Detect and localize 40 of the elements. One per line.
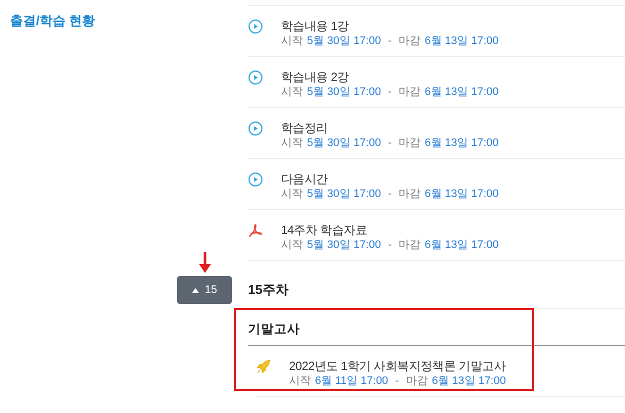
section-heading: 기말고사 xyxy=(248,322,300,336)
start-label: 시작 xyxy=(281,34,303,48)
date-separator: - xyxy=(387,238,393,252)
end-date: 6월 13일 17:00 xyxy=(424,34,499,48)
end-date: 6월 13일 17:00 xyxy=(432,374,506,388)
end-date: 6월 13일 17:00 xyxy=(424,85,499,99)
end-date: 6월 13일 17:00 xyxy=(424,238,499,252)
end-label: 마감 xyxy=(398,187,421,201)
item-title: 학습내용 2강 xyxy=(281,69,349,85)
start-label: 시작 xyxy=(281,85,303,99)
start-date: 5월 30일 17:00 xyxy=(307,238,381,252)
item-title: 2022년도 1학기 사회복지정책론 기말고사 xyxy=(289,358,506,374)
item-title: 다음시간 xyxy=(281,171,328,187)
date-separator: - xyxy=(387,136,393,150)
end-label: 마감 xyxy=(398,238,421,252)
item-title: 학습정리 xyxy=(281,120,328,136)
start-label: 시작 xyxy=(289,374,311,388)
end-label: 마감 xyxy=(398,34,421,48)
end-date: 6월 13일 17:00 xyxy=(424,187,499,201)
sidebar-heading: 출결/학습 현황 xyxy=(10,13,96,28)
week-toggle-button[interactable]: 15 xyxy=(177,276,232,304)
start-label: 시작 xyxy=(281,187,303,201)
date-separator: - xyxy=(387,34,393,48)
date-separator: - xyxy=(394,374,400,388)
item-title: 학습내용 1강 xyxy=(281,18,349,34)
end-label: 마감 xyxy=(398,136,421,150)
date-separator: - xyxy=(387,187,393,201)
item-title: 14주차 학습자료 xyxy=(281,222,367,238)
start-label: 시작 xyxy=(281,238,303,252)
end-date: 6월 13일 17:00 xyxy=(424,136,499,150)
start-label: 시작 xyxy=(281,136,303,150)
date-separator: - xyxy=(387,85,393,99)
start-date: 5월 30일 17:00 xyxy=(307,187,381,201)
week-title: 15주차 xyxy=(248,276,625,309)
start-date: 5월 30일 17:00 xyxy=(307,136,381,150)
end-label: 마감 xyxy=(406,374,428,388)
start-date: 5월 30일 17:00 xyxy=(307,34,381,48)
start-date: 5월 30일 17:00 xyxy=(307,85,381,99)
start-date: 6월 11일 17:00 xyxy=(315,374,388,388)
end-label: 마감 xyxy=(398,85,421,99)
